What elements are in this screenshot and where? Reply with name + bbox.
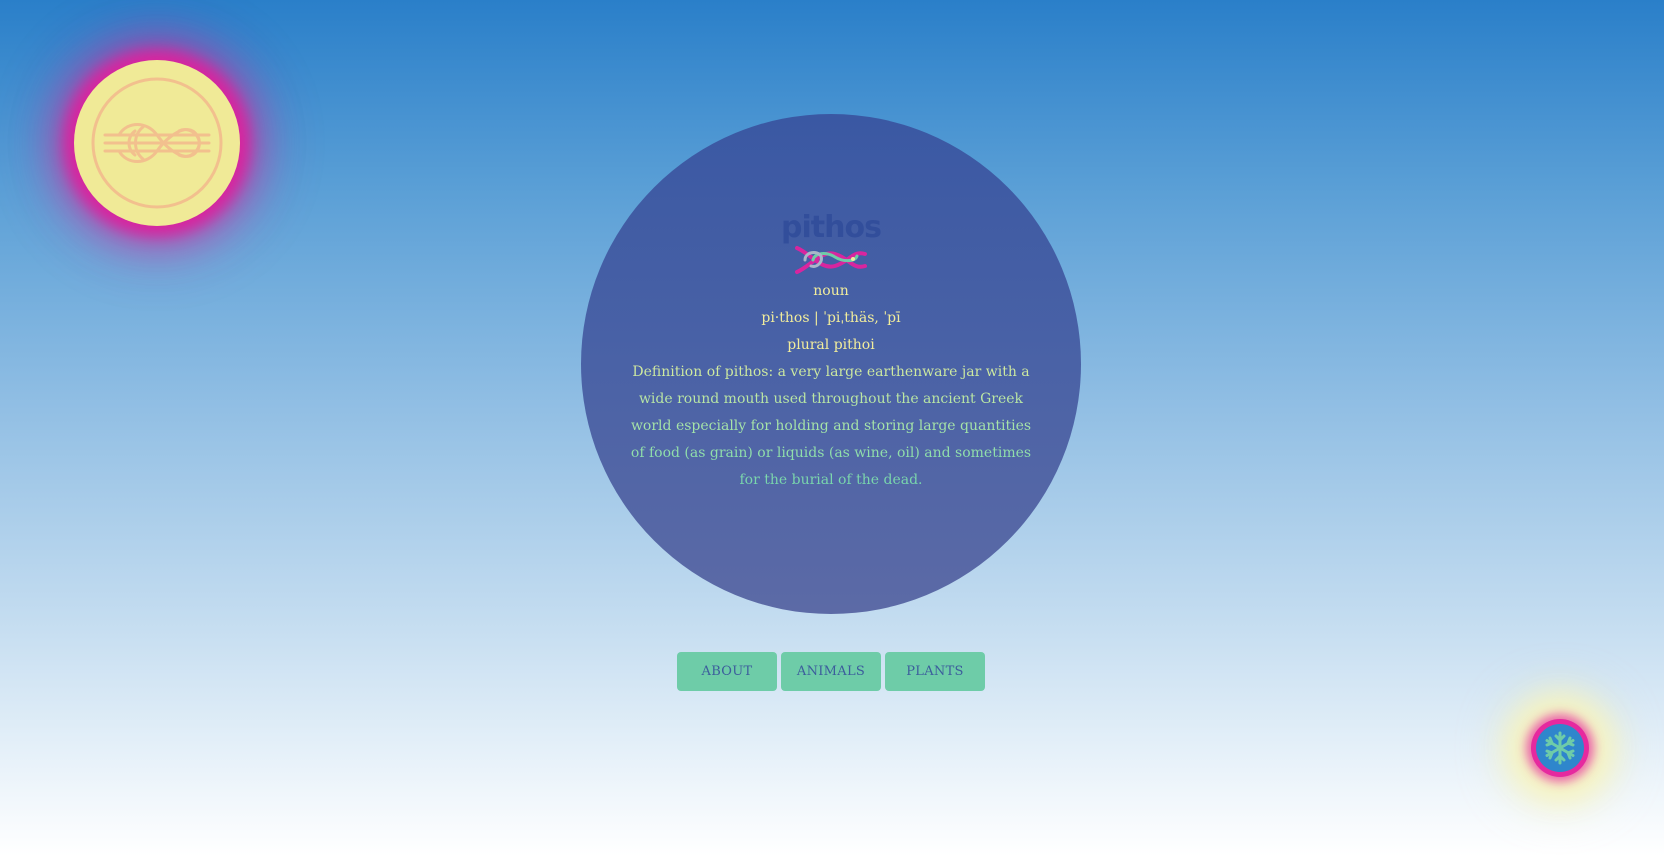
- snowflake-icon: [1545, 731, 1575, 765]
- definition-text: Definition of pithos: a very large earth…: [626, 359, 1036, 494]
- pronunciation: pi·thos | ˈpiˌthäs, ˈpī: [761, 310, 901, 326]
- wordmark-title: pithos: [781, 210, 882, 245]
- home-logo-badge[interactable]: [74, 60, 240, 226]
- part-of-speech: noun: [813, 283, 849, 299]
- wordmark: pithos: [781, 210, 882, 276]
- definition-card: pithos noun pi·thos | ˈpiˌthäs, ˈpī plur…: [581, 114, 1081, 614]
- main-nav: ABOUT ANIMALS PLANTS: [677, 652, 985, 691]
- plural-form: plural pithoi: [787, 337, 875, 353]
- nav-animals-button[interactable]: ANIMALS: [781, 652, 881, 691]
- nav-plants-button[interactable]: PLANTS: [885, 652, 985, 691]
- nav-about-button[interactable]: ABOUT: [677, 652, 777, 691]
- knot-icon: [795, 246, 867, 274]
- corner-badge-button[interactable]: [1536, 724, 1584, 772]
- reef-knot-icon: [91, 77, 223, 209]
